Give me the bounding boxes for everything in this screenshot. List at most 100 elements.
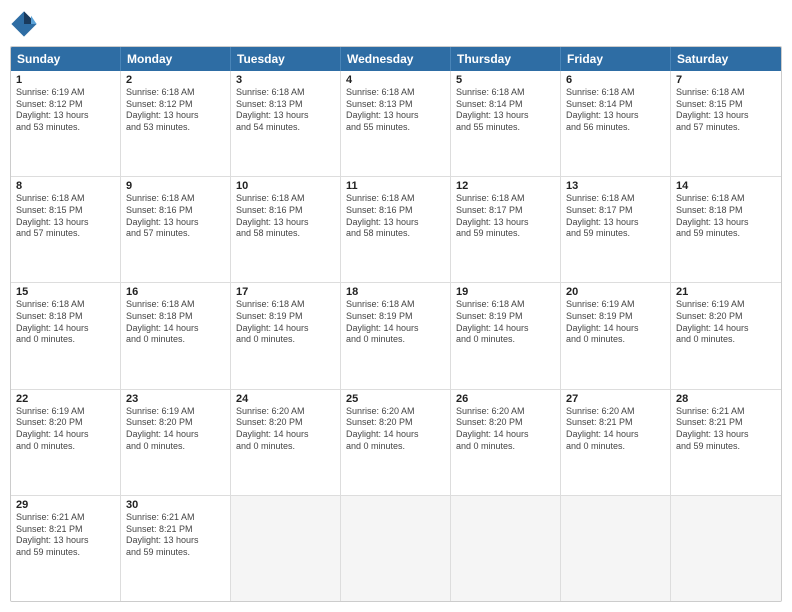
day-number: 23 xyxy=(126,393,225,405)
empty-cell xyxy=(451,496,561,601)
cell-info-line: Sunset: 8:20 PM xyxy=(16,417,115,429)
day-number: 25 xyxy=(346,393,445,405)
cell-info-line: Sunset: 8:16 PM xyxy=(126,205,225,217)
header-day-monday: Monday xyxy=(121,47,231,71)
cell-info-line: and 57 minutes. xyxy=(676,122,776,134)
cell-info-line: Sunrise: 6:18 AM xyxy=(126,87,225,99)
day-number: 14 xyxy=(676,180,776,192)
day-cell-9: 9Sunrise: 6:18 AMSunset: 8:16 PMDaylight… xyxy=(121,177,231,282)
cell-info-line: Sunset: 8:15 PM xyxy=(16,205,115,217)
cell-info-line: Sunset: 8:20 PM xyxy=(456,417,555,429)
cell-info-line: Sunrise: 6:19 AM xyxy=(16,87,115,99)
header-day-tuesday: Tuesday xyxy=(231,47,341,71)
cell-info-line: Daylight: 13 hours xyxy=(16,217,115,229)
cell-info-line: and 59 minutes. xyxy=(676,441,776,453)
day-cell-11: 11Sunrise: 6:18 AMSunset: 8:16 PMDayligh… xyxy=(341,177,451,282)
cell-info-line: and 0 minutes. xyxy=(126,334,225,346)
cell-info-line: Daylight: 13 hours xyxy=(236,110,335,122)
day-cell-24: 24Sunrise: 6:20 AMSunset: 8:20 PMDayligh… xyxy=(231,390,341,495)
cell-info-line: Sunrise: 6:20 AM xyxy=(566,406,665,418)
cell-info-line: Daylight: 13 hours xyxy=(676,429,776,441)
day-cell-17: 17Sunrise: 6:18 AMSunset: 8:19 PMDayligh… xyxy=(231,283,341,388)
day-cell-25: 25Sunrise: 6:20 AMSunset: 8:20 PMDayligh… xyxy=(341,390,451,495)
cell-info-line: Sunset: 8:12 PM xyxy=(126,99,225,111)
empty-cell xyxy=(561,496,671,601)
cell-info-line: and 59 minutes. xyxy=(676,228,776,240)
calendar-body: 1Sunrise: 6:19 AMSunset: 8:12 PMDaylight… xyxy=(11,71,781,601)
day-number: 15 xyxy=(16,286,115,298)
cell-info-line: Sunset: 8:20 PM xyxy=(346,417,445,429)
empty-cell xyxy=(341,496,451,601)
day-number: 5 xyxy=(456,74,555,86)
cell-info-line: Sunrise: 6:21 AM xyxy=(676,406,776,418)
cell-info-line: Sunrise: 6:21 AM xyxy=(16,512,115,524)
cell-info-line: and 55 minutes. xyxy=(346,122,445,134)
day-cell-23: 23Sunrise: 6:19 AMSunset: 8:20 PMDayligh… xyxy=(121,390,231,495)
cell-info-line: Daylight: 13 hours xyxy=(676,217,776,229)
day-number: 17 xyxy=(236,286,335,298)
cell-info-line: Sunset: 8:18 PM xyxy=(126,311,225,323)
cell-info-line: Sunset: 8:14 PM xyxy=(566,99,665,111)
cell-info-line: Sunrise: 6:18 AM xyxy=(456,87,555,99)
day-number: 26 xyxy=(456,393,555,405)
day-cell-29: 29Sunrise: 6:21 AMSunset: 8:21 PMDayligh… xyxy=(11,496,121,601)
cell-info-line: Daylight: 14 hours xyxy=(566,323,665,335)
cell-info-line: Sunset: 8:20 PM xyxy=(676,311,776,323)
cell-info-line: Daylight: 14 hours xyxy=(456,323,555,335)
cell-info-line: Sunset: 8:12 PM xyxy=(16,99,115,111)
cell-info-line: and 53 minutes. xyxy=(16,122,115,134)
cell-info-line: Daylight: 14 hours xyxy=(126,429,225,441)
cell-info-line: Sunset: 8:14 PM xyxy=(456,99,555,111)
cell-info-line: and 0 minutes. xyxy=(676,334,776,346)
cell-info-line: Sunrise: 6:18 AM xyxy=(566,87,665,99)
day-cell-1: 1Sunrise: 6:19 AMSunset: 8:12 PMDaylight… xyxy=(11,71,121,176)
day-cell-15: 15Sunrise: 6:18 AMSunset: 8:18 PMDayligh… xyxy=(11,283,121,388)
day-cell-2: 2Sunrise: 6:18 AMSunset: 8:12 PMDaylight… xyxy=(121,71,231,176)
day-number: 16 xyxy=(126,286,225,298)
calendar-row-1: 1Sunrise: 6:19 AMSunset: 8:12 PMDaylight… xyxy=(11,71,781,177)
empty-cell xyxy=(231,496,341,601)
cell-info-line: Sunrise: 6:20 AM xyxy=(346,406,445,418)
cell-info-line: Sunset: 8:13 PM xyxy=(346,99,445,111)
day-number: 30 xyxy=(126,499,225,511)
cell-info-line: Daylight: 13 hours xyxy=(346,110,445,122)
cell-info-line: Daylight: 13 hours xyxy=(126,110,225,122)
cell-info-line: Daylight: 13 hours xyxy=(676,110,776,122)
cell-info-line: Sunset: 8:19 PM xyxy=(566,311,665,323)
day-number: 8 xyxy=(16,180,115,192)
day-number: 21 xyxy=(676,286,776,298)
cell-info-line: Sunset: 8:18 PM xyxy=(16,311,115,323)
cell-info-line: Sunset: 8:19 PM xyxy=(346,311,445,323)
cell-info-line: and 55 minutes. xyxy=(456,122,555,134)
cell-info-line: Sunrise: 6:18 AM xyxy=(16,299,115,311)
cell-info-line: Sunset: 8:17 PM xyxy=(566,205,665,217)
cell-info-line: Sunset: 8:16 PM xyxy=(236,205,335,217)
day-number: 13 xyxy=(566,180,665,192)
calendar-row-3: 15Sunrise: 6:18 AMSunset: 8:18 PMDayligh… xyxy=(11,283,781,389)
cell-info-line: Sunrise: 6:19 AM xyxy=(676,299,776,311)
cell-info-line: Sunrise: 6:18 AM xyxy=(456,193,555,205)
day-number: 27 xyxy=(566,393,665,405)
day-cell-13: 13Sunrise: 6:18 AMSunset: 8:17 PMDayligh… xyxy=(561,177,671,282)
calendar-row-5: 29Sunrise: 6:21 AMSunset: 8:21 PMDayligh… xyxy=(11,496,781,601)
day-number: 1 xyxy=(16,74,115,86)
cell-info-line: Sunrise: 6:19 AM xyxy=(566,299,665,311)
cell-info-line: Sunset: 8:21 PM xyxy=(676,417,776,429)
day-number: 28 xyxy=(676,393,776,405)
cell-info-line: and 59 minutes. xyxy=(456,228,555,240)
cell-info-line: Sunrise: 6:18 AM xyxy=(126,193,225,205)
cell-info-line: Daylight: 13 hours xyxy=(456,110,555,122)
cell-info-line: and 58 minutes. xyxy=(236,228,335,240)
day-cell-12: 12Sunrise: 6:18 AMSunset: 8:17 PMDayligh… xyxy=(451,177,561,282)
day-cell-19: 19Sunrise: 6:18 AMSunset: 8:19 PMDayligh… xyxy=(451,283,561,388)
logo-icon xyxy=(10,10,38,38)
cell-info-line: Sunrise: 6:18 AM xyxy=(456,299,555,311)
cell-info-line: and 57 minutes. xyxy=(126,228,225,240)
header-day-sunday: Sunday xyxy=(11,47,121,71)
day-number: 3 xyxy=(236,74,335,86)
day-cell-30: 30Sunrise: 6:21 AMSunset: 8:21 PMDayligh… xyxy=(121,496,231,601)
calendar-header: SundayMondayTuesdayWednesdayThursdayFrid… xyxy=(11,47,781,71)
cell-info-line: and 0 minutes. xyxy=(126,441,225,453)
cell-info-line: Sunset: 8:21 PM xyxy=(126,524,225,536)
day-cell-18: 18Sunrise: 6:18 AMSunset: 8:19 PMDayligh… xyxy=(341,283,451,388)
